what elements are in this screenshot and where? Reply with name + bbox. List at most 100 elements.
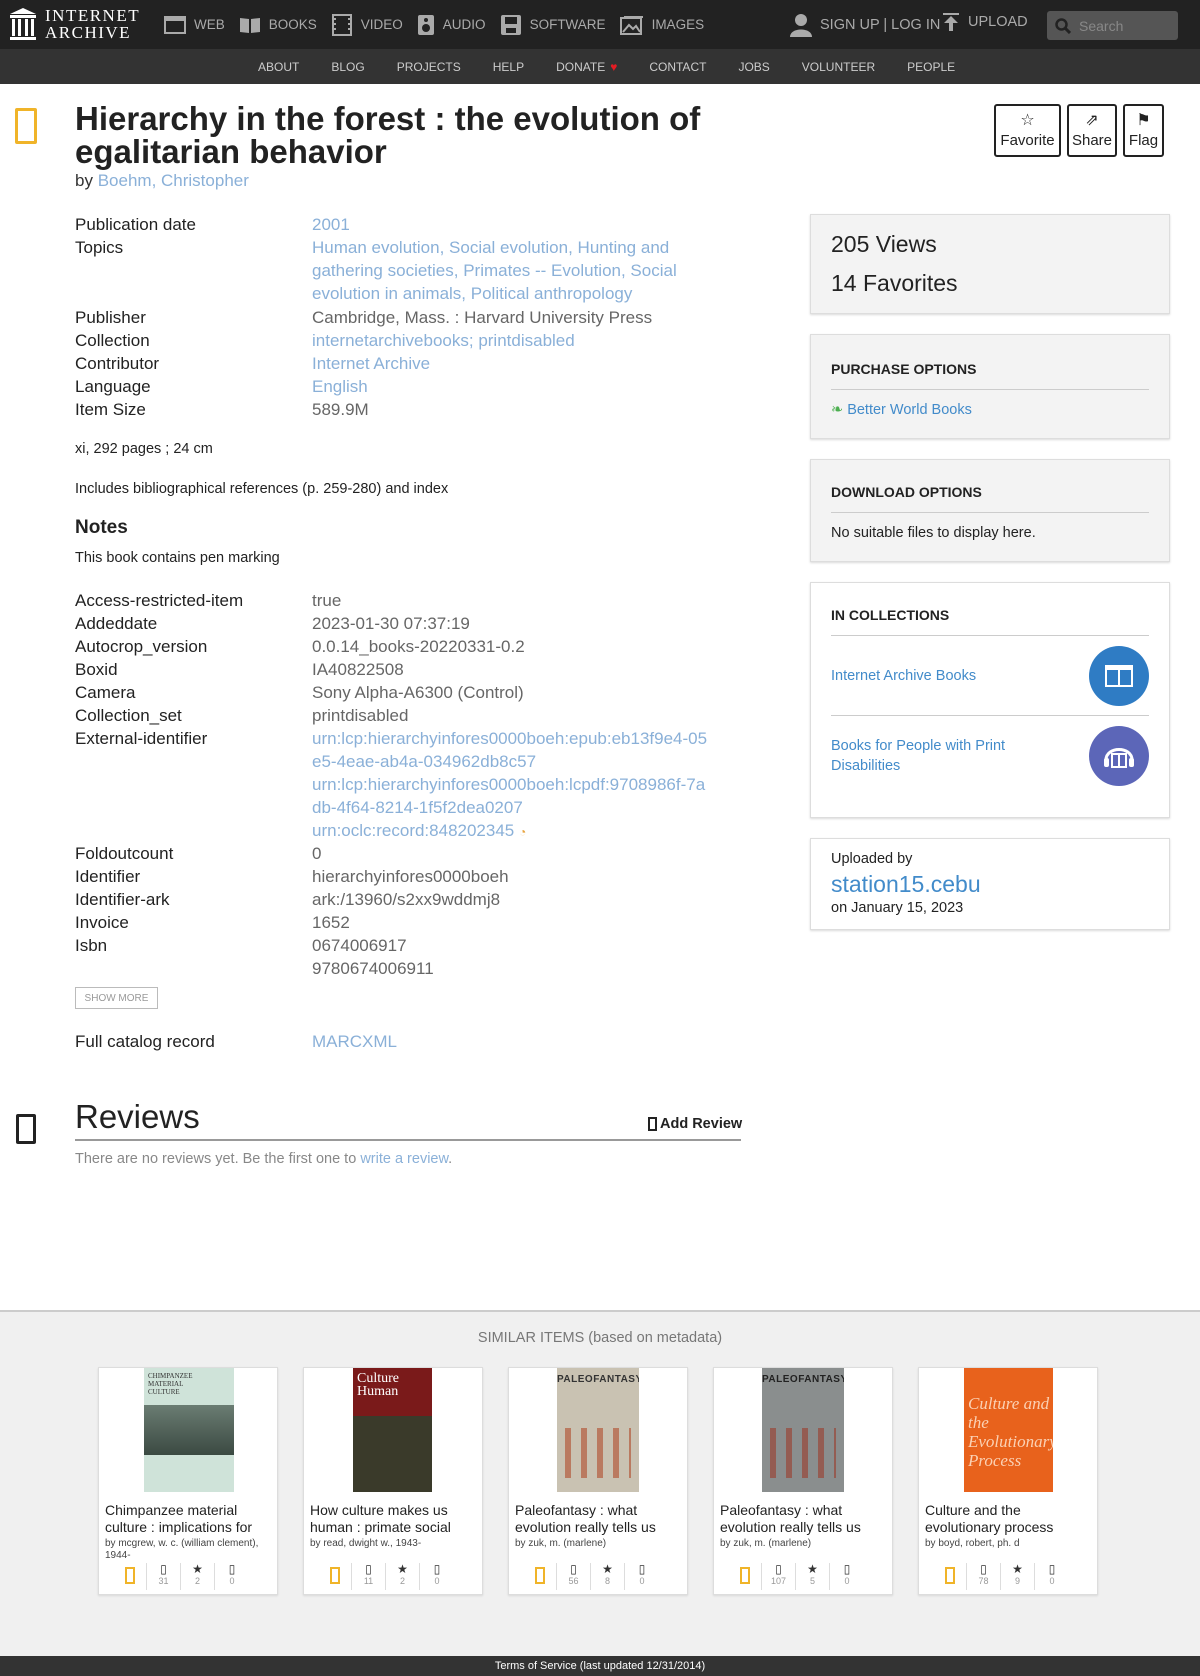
tile-stats: ▯ 31 ★ 2 ▯ 0: [113, 1563, 249, 1590]
similar-item-tile[interactable]: PALEOFANTASY Paleofantasy : what evoluti…: [713, 1367, 893, 1595]
review-icon: ▯: [433, 1562, 441, 1576]
meta-value: 0: [312, 844, 322, 863]
author-link[interactable]: Boehm, Christopher: [98, 171, 249, 190]
nav-images[interactable]: IMAGES: [619, 15, 705, 35]
subnav-about[interactable]: ABOUT: [258, 60, 299, 74]
collection-name: Books for People with Print Disabilities: [831, 738, 1006, 774]
eye-icon: ▯: [570, 1562, 577, 1576]
user-icon: [790, 13, 812, 37]
similar-item-tile[interactable]: Culture Human How culture makes us human…: [303, 1367, 483, 1595]
similar-item-tile[interactable]: PALEOFANTASY Paleofantasy : what evoluti…: [508, 1367, 688, 1595]
write-review-link[interactable]: write a review: [360, 1151, 448, 1167]
add-review-label: Add Review: [660, 1116, 743, 1132]
signup-login-label: SIGN UP | LOG IN: [820, 16, 941, 33]
eye-icon: ▯: [365, 1562, 372, 1576]
topics-links[interactable]: Human evolution, Social evolution, Hunti…: [312, 236, 732, 305]
signup-login[interactable]: SIGN UP | LOG IN: [790, 0, 940, 49]
external-id-link[interactable]: urn:oclc:record:848202345: [312, 821, 514, 840]
nav-software[interactable]: SOFTWARE: [500, 14, 606, 36]
upload-icon: [943, 13, 959, 31]
similar-item-tile[interactable]: CHIMPANZEE MATERIAL CULTURE Chimpanzee m…: [98, 1367, 278, 1595]
collection-links[interactable]: internetarchivebooks; printdisabled: [312, 329, 732, 352]
nav-web[interactable]: WEB: [164, 15, 225, 34]
ia-logo[interactable]: INTERNET ARCHIVE: [9, 7, 140, 41]
share-button[interactable]: ⇗ Share: [1067, 104, 1117, 157]
footer-terms[interactable]: Terms of Service (last updated 12/31/201…: [0, 1656, 1200, 1676]
add-review-button[interactable]: Add Review: [648, 1116, 742, 1132]
bwb-link[interactable]: ❧ Better World Books: [831, 402, 1149, 418]
tile-title: How culture makes us human : primate soc…: [310, 1502, 451, 1535]
reviews-stat: ▯ 0: [420, 1563, 454, 1590]
favorite-button[interactable]: ☆ Favorite: [994, 104, 1061, 157]
collection-item[interactable]: Books for People with Print Disabilities: [831, 716, 1149, 796]
search-box[interactable]: [1047, 11, 1178, 40]
similar-item-tile[interactable]: Culture and the Evolutionary Process Cul…: [918, 1367, 1098, 1595]
tile-stats: ▯ 107 ★ 5 ▯ 0: [728, 1563, 864, 1590]
audio-icon: [417, 14, 434, 35]
subnav-people[interactable]: PEOPLE: [907, 60, 955, 74]
bwb-label: Better World Books: [847, 402, 972, 418]
tile-title: Paleofantasy : what evolution really tel…: [720, 1502, 861, 1535]
contributor-link[interactable]: Internet Archive: [312, 352, 732, 375]
archive-logo-icon: [10, 8, 36, 40]
collection-item[interactable]: Internet Archive Books: [831, 636, 1149, 716]
search-input[interactable]: [1077, 16, 1177, 35]
external-id-link[interactable]: urn:lcp:hierarchyinfores0000boeh:lcpdf:9…: [312, 773, 712, 819]
nav-audio-label: AUDIO: [442, 17, 486, 32]
subnav-blog[interactable]: BLOG: [331, 60, 364, 74]
subnav-donate[interactable]: DONATE ♥: [556, 60, 617, 74]
pubdate-link[interactable]: 2001: [312, 213, 732, 236]
worldcat-icon[interactable]: ◔: [519, 825, 526, 839]
web-icon: [164, 15, 186, 34]
flag-button[interactable]: ⚑ Flag: [1123, 104, 1164, 157]
share-icon: ⇗: [1085, 112, 1099, 129]
subnav-contact[interactable]: CONTACT: [649, 60, 706, 74]
external-id-link[interactable]: urn:lcp:hierarchyinfores0000boeh:epub:eb…: [312, 727, 712, 773]
pages-note: xi, 292 pages ; 24 cm: [75, 441, 213, 457]
video-icon: [331, 13, 352, 36]
views-stat: ▯ 107: [762, 1563, 796, 1590]
book-cover: CHIMPANZEE MATERIAL CULTURE: [144, 1368, 234, 1492]
tile-author: by boyd, robert, ph. d: [925, 1538, 1020, 1549]
upload-button[interactable]: UPLOAD: [942, 12, 1028, 32]
divider: [831, 389, 1149, 390]
byline-prefix: by: [75, 171, 93, 190]
reviews-value: 0: [639, 1576, 645, 1586]
subnav-jobs[interactable]: JOBS: [738, 60, 769, 74]
language-link[interactable]: English: [312, 375, 732, 398]
nav-images-label: IMAGES: [651, 17, 705, 32]
nav-books[interactable]: BOOKS: [239, 16, 317, 34]
meta-value: ark:/13960/s2xx9wddmj8: [312, 890, 501, 909]
no-reviews-suffix: .: [448, 1151, 453, 1167]
views-count: 205 Views: [831, 231, 937, 257]
tile-title: Chimpanzee material culture : implicatio…: [105, 1502, 253, 1535]
uploader-link[interactable]: station15.cebu: [831, 871, 1149, 898]
tile-author: by zuk, m. (marlene): [515, 1538, 607, 1549]
book-cover: PALEOFANTASY: [762, 1368, 844, 1492]
meta-key: Publisher: [75, 308, 146, 327]
marcxml-link[interactable]: MARCXML: [312, 1030, 732, 1053]
show-more-button[interactable]: SHOW MORE: [75, 987, 158, 1009]
subnav-help[interactable]: HELP: [493, 60, 524, 74]
subnav-volunteer[interactable]: VOLUNTEER: [802, 60, 875, 74]
nav-audio[interactable]: AUDIO: [417, 14, 486, 36]
meta-key: Item Size: [75, 400, 146, 419]
views-stat: ▯ 11: [352, 1563, 386, 1590]
cover-text: CHIMPANZEE MATERIAL CULTURE: [148, 1372, 193, 1396]
download-heading: DOWNLOAD OPTIONS: [831, 484, 982, 500]
upload-label: UPLOAD: [968, 14, 1028, 30]
views-stat: ▯ 56: [557, 1563, 591, 1590]
similar-heading: SIMILAR ITEMS (based on metadata): [477, 1330, 723, 1346]
favs-stat: ★ 9: [1001, 1563, 1035, 1590]
tile-author: by mcgrew, w. c. (william clement), 1944…: [105, 1538, 259, 1561]
favs-stat: ★ 5: [796, 1563, 830, 1590]
reviews-value: 0: [844, 1576, 850, 1586]
meta-value: 589.9M: [312, 400, 369, 419]
subnav-projects[interactable]: PROJECTS: [397, 60, 461, 74]
meta-key: Camera: [75, 683, 136, 702]
nav-video[interactable]: VIDEO: [331, 13, 403, 36]
meta-key: Addeddate: [75, 614, 158, 633]
leaf-icon: ❧: [831, 402, 844, 418]
logo-line-2: ARCHIVE: [45, 23, 132, 42]
meta-value: hierarchyinfores0000boeh: [312, 867, 509, 886]
